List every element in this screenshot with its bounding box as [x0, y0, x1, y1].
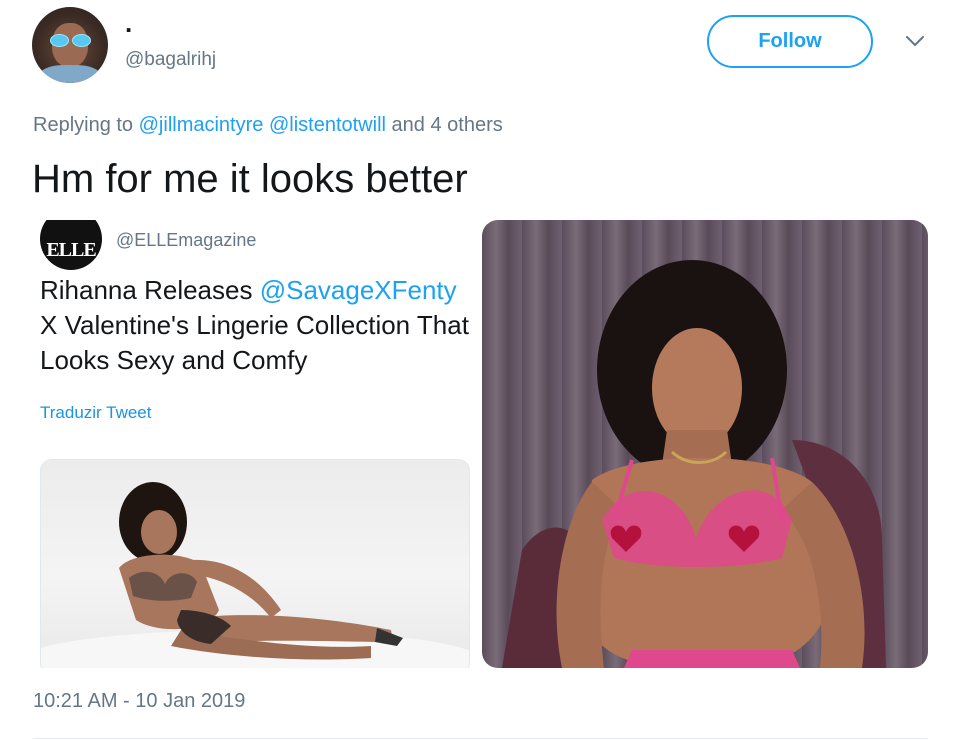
tweet-text: Hm for me it looks better [32, 157, 468, 201]
reply-suffix[interactable]: and 4 others [392, 114, 503, 136]
translate-tweet-link: Traduzir Tweet [40, 403, 152, 422]
embedded-handle: @ELLEmagazine [116, 230, 257, 250]
main-photo[interactable] [482, 220, 928, 668]
cropped-display-name [120, 220, 240, 223]
divider [33, 738, 928, 739]
mention-link-2[interactable]: @listentotwill [269, 114, 386, 136]
embedded-text-after: X Valentine's Lingerie Collection That L… [40, 310, 469, 375]
embedded-mention: @SavageXFenty [259, 275, 457, 305]
tweet-timestamp[interactable]: 10:21 AM - 10 Jan 2019 [33, 690, 245, 713]
embedded-photo-figure [41, 482, 469, 668]
avatar-glasses-right [72, 34, 91, 47]
display-name[interactable]: . [125, 8, 132, 38]
embedded-text-before: Rihanna Releases [40, 275, 260, 305]
reply-context: Replying to @jillmacintyre @listentotwil… [33, 114, 503, 137]
embedded-tweet-screenshot[interactable]: ELLE @ELLEmagazine Rihanna Releases @Sav… [32, 220, 478, 668]
avatar-shirt [38, 65, 102, 83]
main-photo-figure [502, 260, 886, 668]
elle-logo: ELLE [40, 220, 102, 270]
chevron-down-icon[interactable] [904, 33, 926, 49]
mention-link-1[interactable]: @jillmacintyre [139, 114, 264, 136]
tweet-page: . @bagalrihj Follow Replying to @jillmac… [0, 0, 972, 740]
avatar[interactable] [32, 7, 108, 83]
reply-prefix: Replying to [33, 114, 134, 136]
embedded-tweet-text: Rihanna Releases @SavageXFenty X Valenti… [40, 273, 470, 378]
avatar-glasses-left [50, 34, 69, 47]
follow-button[interactable]: Follow [707, 15, 873, 68]
embedded-photo [40, 459, 470, 668]
author-handle[interactable]: @bagalrihj [125, 49, 216, 71]
